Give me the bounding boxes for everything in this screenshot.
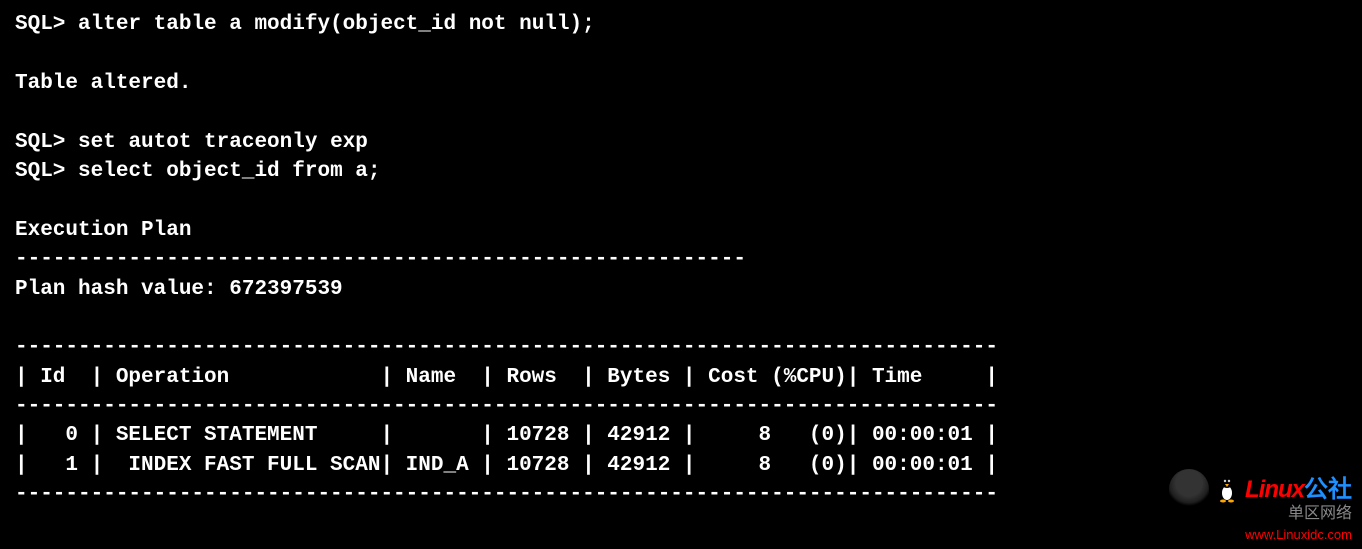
response-altered: Table altered. [15,69,1347,98]
sql-command-line[interactable]: SQL> set autot traceonly exp [15,128,1347,157]
sql-alter-cmd: alter table a modify(object_id not null)… [78,13,595,36]
sql-prompt: SQL> [15,160,65,183]
sql-select-cmd: select object_id from a; [78,160,380,183]
exec-plan-header: Execution Plan [15,216,1347,245]
sql-autot-cmd: set autot traceonly exp [78,131,368,154]
sql-command-line[interactable]: SQL> select object_id from a; [15,157,1347,186]
dash-line: ----------------------------------------… [15,245,1347,274]
sql-prompt: SQL> [15,13,65,36]
plan-table-border-bottom: ----------------------------------------… [15,480,1347,509]
plan-hash: Plan hash value: 672397539 [15,275,1347,304]
watermark: Linux公社 单区网络 www.Linuxidc.com [1169,469,1352,544]
terminal-output: SQL> alter table a modify(object_id not … [15,10,1347,510]
plan-table-header: | Id | Operation | Name | Rows | Bytes |… [15,363,1347,392]
plan-table-border-mid: ----------------------------------------… [15,392,1347,421]
plan-table-row-0: | 0 | SELECT STATEMENT | | 10728 | 42912… [15,421,1347,450]
mushroom-icon [1169,469,1209,509]
sql-command-line[interactable]: SQL> alter table a modify(object_id not … [15,10,1347,39]
watermark-url: www.Linuxidc.com [1169,526,1352,544]
watermark-suffix: 公社 [1304,476,1352,503]
plan-table-border-top: ----------------------------------------… [15,333,1347,362]
sql-prompt: SQL> [15,131,65,154]
plan-table-row-1: | 1 | INDEX FAST FULL SCAN| IND_A | 1072… [15,451,1347,480]
penguin-icon [1215,475,1239,503]
watermark-brand: Linux [1245,476,1304,503]
